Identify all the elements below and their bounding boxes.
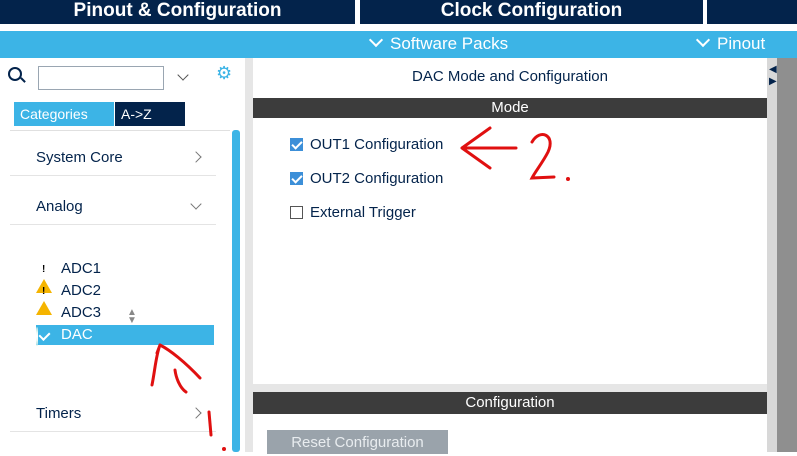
checkbox-external-trigger[interactable]	[290, 206, 303, 219]
side-panel-handle[interactable]	[767, 58, 777, 452]
category-label: System Core	[36, 149, 123, 166]
tab-clock-configuration[interactable]: Clock Configuration	[360, 0, 703, 24]
chevron-down-icon	[368, 32, 384, 48]
sub-menu-bar: Software Packs Pinout	[0, 31, 797, 58]
tab-categories[interactable]: Categories	[14, 102, 114, 126]
chevron-down-icon	[695, 32, 711, 48]
category-analog[interactable]: Analog	[10, 190, 216, 225]
peripheral-label: ADC2	[61, 282, 102, 299]
peripheral-adc1[interactable]: ADC1	[36, 259, 208, 293]
peripheral-adc3[interactable]: ADC3	[36, 303, 208, 323]
top-tab-bar: Pinout & Configuration Clock Configurati…	[0, 0, 797, 31]
option-label: OUT1 Configuration	[310, 136, 444, 153]
search-input[interactable]	[38, 66, 164, 90]
chevron-right-icon	[190, 407, 202, 419]
tab-a-to-z[interactable]: A->Z	[115, 102, 185, 126]
section-divider	[253, 384, 767, 392]
option-label: OUT2 Configuration	[310, 170, 444, 187]
chevron-down-icon	[190, 198, 202, 210]
mode-header: Mode	[253, 98, 767, 118]
category-list: System Core Analog ▲▼ ADC1 ADC2 ADC3 DAC…	[10, 130, 230, 453]
pinout-label: Pinout	[717, 34, 766, 53]
option-label: External Trigger	[310, 204, 416, 221]
collapse-icon[interactable]: ◀ ▶	[769, 64, 777, 88]
configuration-header: Configuration	[253, 392, 767, 414]
categories-panel: ⚙ Categories A->Z System Core Analog ▲ ▼ …	[0, 58, 246, 452]
peripheral-label: ADC1	[61, 260, 102, 277]
peripheral-label: DAC	[61, 326, 93, 343]
dac-configuration-panel: DAC Mode and Configuration Mode OUT1 Con…	[253, 58, 767, 454]
chevron-down-icon[interactable]	[177, 69, 189, 81]
software-packs-menu[interactable]: Software Packs	[367, 32, 509, 55]
search-area	[8, 66, 190, 90]
chevron-right-icon	[190, 151, 202, 163]
mode-area: OUT1 Configuration OUT2 Configuration Ex…	[253, 118, 767, 382]
checkbox-out2[interactable]	[290, 172, 303, 185]
category-label: Analog	[36, 198, 83, 215]
page-title: DAC Mode and Configuration	[412, 68, 608, 85]
category-label: Timers	[36, 405, 82, 422]
panel-splitter[interactable]	[245, 58, 253, 452]
check-circle-icon	[36, 327, 38, 346]
peripheral-dac[interactable]: DAC	[36, 325, 214, 346]
search-icon	[8, 67, 22, 81]
software-packs-label: Software Packs	[390, 34, 509, 53]
pinout-menu[interactable]: Pinout	[694, 32, 766, 55]
tab-pinout-configuration[interactable]: Pinout & Configuration	[0, 0, 355, 24]
gear-icon[interactable]: ⚙	[216, 64, 232, 82]
checkbox-out1[interactable]	[290, 138, 303, 151]
reset-configuration-button[interactable]: Reset Configuration	[267, 430, 448, 454]
tab-next[interactable]	[707, 0, 797, 24]
peripheral-adc2[interactable]: ADC2	[36, 281, 208, 315]
category-timers[interactable]: Timers	[10, 397, 216, 432]
category-system-core[interactable]: System Core	[10, 141, 216, 176]
peripheral-label: ADC3	[61, 304, 102, 321]
category-scrollbar[interactable]	[232, 130, 240, 452]
